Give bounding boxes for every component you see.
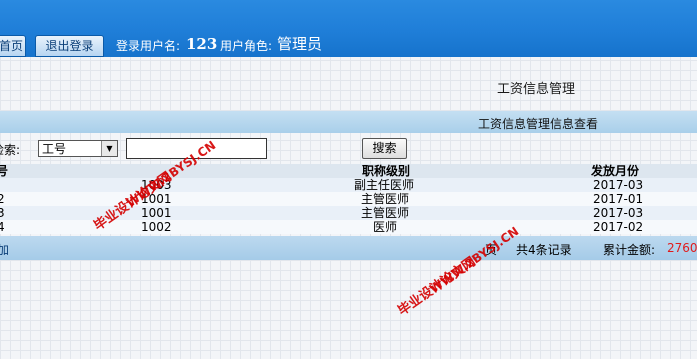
row-title-level: 主管医师 [361,206,410,220]
page-info: 页 [485,243,498,257]
row-month: 2017-01 [593,192,644,206]
row-title-level: 主管医师 [361,192,410,206]
chevron-down-icon[interactable]: ▼ [101,141,117,156]
section-bar: 工资信息管理信息查看 [0,111,697,133]
page-title: 工资信息管理 [497,82,576,97]
search-input[interactable] [126,138,267,159]
row-index: 2 [0,192,5,206]
search-field-select[interactable]: 工号 ▼ [38,140,118,157]
logout-tab[interactable]: 退出登录 [35,35,104,57]
row-month: 2017-03 [593,178,644,192]
search-button[interactable]: 搜索 [362,138,407,159]
home-tab[interactable]: 首页 [0,35,26,57]
row-month: 2017-02 [593,220,644,234]
section-title: 工资信息管理信息查看 [478,117,599,131]
user-name: 123 [186,35,218,53]
row-title-level: 副主任医师 [354,178,415,192]
top-banner: 首页 退出登录 登录用户名: 123 用户角色: 管理员 [0,0,697,57]
row-month: 2017-03 [593,206,644,220]
record-count: 共4条记录 [516,243,572,257]
table-row: 3 1001 主管医师 2017-03 [0,206,697,220]
search-field-value: 工号 [42,142,67,156]
row-employee-id: 1001 [141,192,172,206]
row-employee-id: 1002 [141,220,172,234]
row-title-level: 医师 [373,220,398,234]
row-employee-id: 1001 [141,206,172,220]
table-row: 2 1001 主管医师 2017-01 [0,192,697,206]
user-label: 登录用户名: [116,39,181,53]
total-amount-value: 27600 [667,241,697,255]
column-header-title-level: 职称级别 [362,164,411,178]
table-row: 4 1002 医师 2017-02 [0,220,697,234]
search-label: 检索: [0,143,21,157]
role-label: 用户角色: [220,39,273,53]
footer-bar: 加 页 共4条记录 累计金额: 27600 [0,236,697,260]
row-index: 4 [0,220,5,234]
row-employee-id: 1003 [141,178,172,192]
watermark-text: 毕业设计论文网 [395,254,479,319]
watermark-url: WWW.2BYSJ.CN [426,224,522,296]
table-row: 1003 副主任医师 2017-03 [0,178,697,192]
column-header-index: 号 [0,164,9,178]
add-link[interactable]: 加 [0,241,9,258]
column-header-month: 发放月份 [591,164,640,178]
total-amount-label: 累计金额: [603,243,656,257]
role-name: 管理员 [277,35,323,53]
row-index: 3 [0,206,5,220]
